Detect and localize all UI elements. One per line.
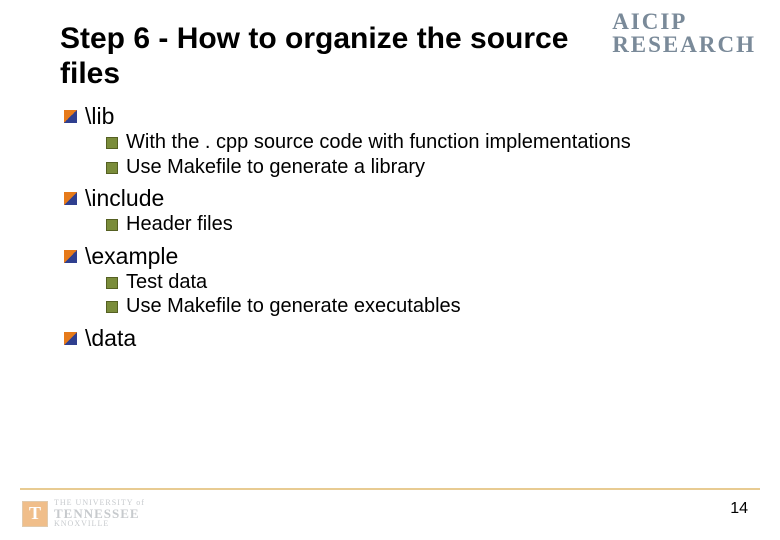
slide: AICIP Research Step 6 - How to organize … [0, 0, 780, 540]
square-bullet-icon [106, 277, 118, 289]
brand-logo: AICIP Research [612, 10, 756, 57]
list-item: Use Makefile to generate a library [106, 156, 720, 180]
detail-text: With the . cpp source code with function… [126, 131, 631, 155]
slide-title: Step 6 - How to organize the source file… [60, 22, 580, 91]
university-text: THE UNIVERSITY of TENNESSEE KNOXVILLE [54, 499, 145, 528]
list-item: \example [64, 243, 720, 270]
detail-text: Test data [126, 271, 207, 295]
detail-text: Use Makefile to generate executables [126, 295, 461, 319]
list-item: With the . cpp source code with function… [106, 131, 720, 155]
ut-t-icon: T [22, 501, 48, 527]
brand-line2: Research [612, 33, 756, 56]
list-item: Header files [106, 213, 720, 237]
square-bullet-icon [106, 162, 118, 174]
folder-data: \data [85, 325, 136, 352]
detail-text: Header files [126, 213, 233, 237]
folder-lib: \lib [85, 103, 114, 130]
detail-text: Use Makefile to generate a library [126, 156, 425, 180]
list-item: Use Makefile to generate executables [106, 295, 720, 319]
diamond-bullet-icon [64, 332, 77, 345]
list-item: \lib [64, 103, 720, 130]
folder-example: \example [85, 243, 178, 270]
brand-line1: AICIP [612, 10, 756, 33]
square-bullet-icon [106, 301, 118, 313]
list-item: \include [64, 185, 720, 212]
page-number: 14 [730, 500, 748, 518]
list-item: Test data [106, 271, 720, 295]
square-bullet-icon [106, 219, 118, 231]
diamond-bullet-icon [64, 110, 77, 123]
square-bullet-icon [106, 137, 118, 149]
diamond-bullet-icon [64, 192, 77, 205]
uni-line: KNOXVILLE [54, 520, 145, 528]
university-logo: T THE UNIVERSITY of TENNESSEE KNOXVILLE [22, 499, 145, 528]
diamond-bullet-icon [64, 250, 77, 263]
folder-include: \include [85, 185, 164, 212]
footer-divider [20, 488, 760, 490]
list-item: \data [64, 325, 720, 352]
slide-content: \lib With the . cpp source code with fun… [64, 103, 720, 352]
